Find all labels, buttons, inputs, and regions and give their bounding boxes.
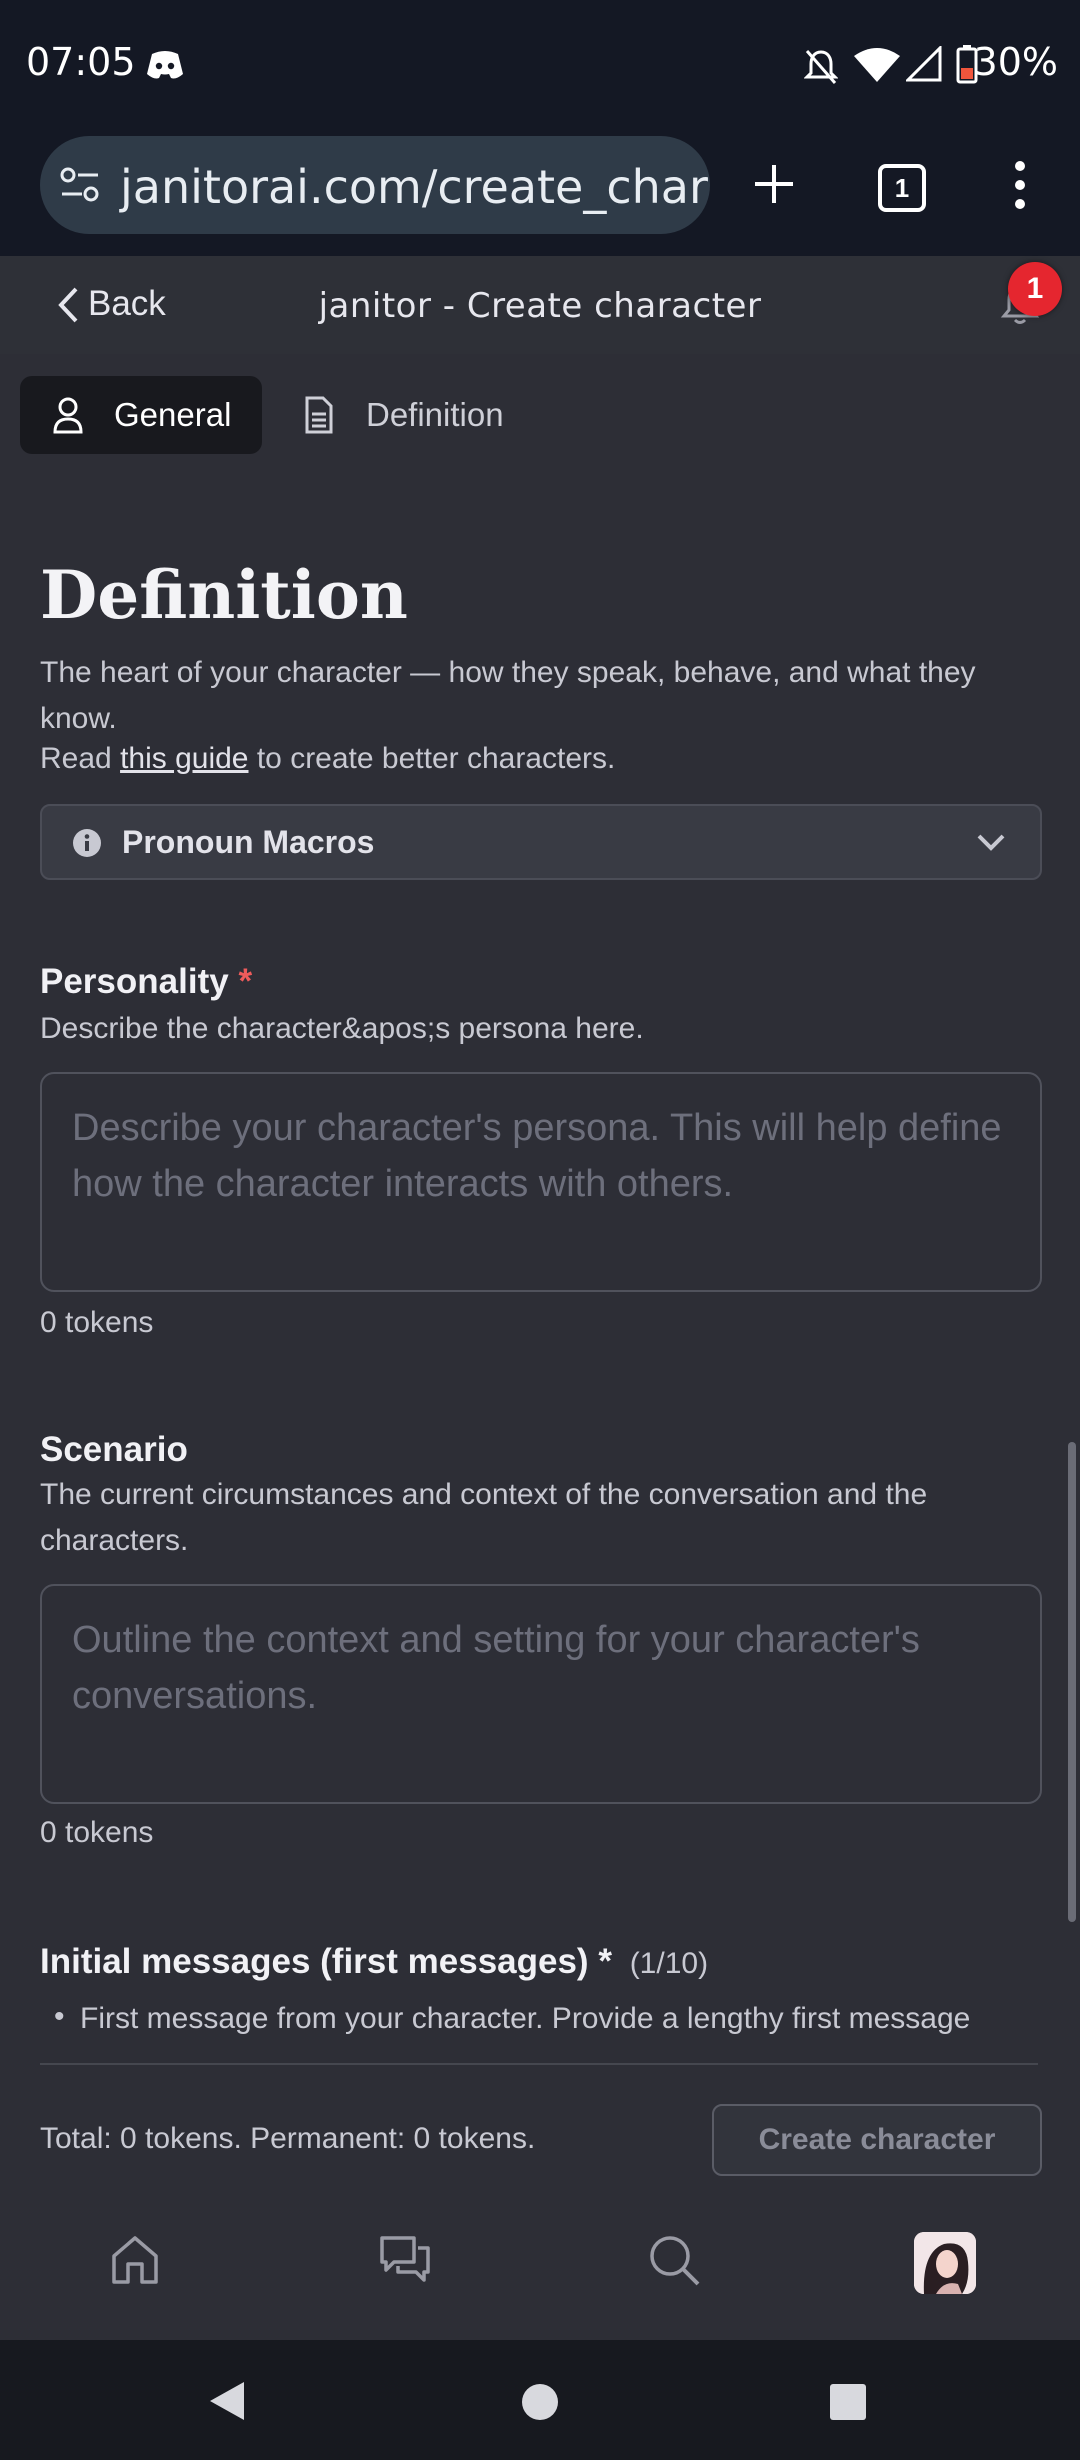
url-text: janitorai.com/create_chara xyxy=(120,160,710,214)
wifi-icon xyxy=(854,48,900,82)
initial-messages-title: Initial messages (first messages) * (1/1… xyxy=(40,1942,708,1982)
scenario-textarea[interactable]: Outline the context and setting for your… xyxy=(40,1584,1042,1804)
search-icon[interactable] xyxy=(648,2234,702,2288)
guide-line: Read this guide to create better charact… xyxy=(40,742,615,776)
scenario-title: Scenario xyxy=(40,1430,188,1469)
initial-messages-hint: First message from your character. Provi… xyxy=(80,2002,971,2035)
chat-icon[interactable] xyxy=(378,2234,432,2286)
battery-percentage: 30% xyxy=(973,40,1058,84)
scenario-placeholder: Outline the context and setting for your… xyxy=(72,1619,920,1717)
bottom-navigation xyxy=(0,2196,1080,2340)
site-settings-icon[interactable] xyxy=(60,166,100,204)
recents-nav-icon[interactable] xyxy=(828,2382,868,2422)
avatar-image xyxy=(914,2232,976,2294)
home-nav-icon[interactable] xyxy=(520,2382,560,2422)
guide-prefix: Read xyxy=(40,742,121,775)
scrollbar[interactable] xyxy=(1068,1442,1076,1922)
guide-link[interactable]: this guide xyxy=(120,742,248,775)
create-character-button[interactable]: Create character xyxy=(712,2104,1042,2176)
tab-definition-label: Definition xyxy=(366,396,504,433)
discord-icon xyxy=(147,51,183,79)
document-icon xyxy=(305,396,333,434)
tab-definition[interactable]: Definition xyxy=(300,376,560,454)
avatar[interactable] xyxy=(914,2232,976,2294)
personality-description: Describe the character&apos;s persona he… xyxy=(40,1012,644,1045)
page-title: janitor - Create character xyxy=(318,286,762,326)
signal-icon xyxy=(906,46,942,82)
personality-placeholder: Describe your character's persona. This … xyxy=(72,1107,1002,1205)
footer-divider xyxy=(40,2063,1038,2065)
back-nav-icon[interactable] xyxy=(208,2380,246,2422)
personality-title: Personality * xyxy=(40,962,252,1002)
section-description: The heart of your character — how they s… xyxy=(40,656,976,735)
section-heading: Definition xyxy=(40,556,408,634)
user-icon xyxy=(53,397,83,434)
guide-suffix: to create better characters. xyxy=(248,742,616,775)
status-bar: 07:05 30% xyxy=(0,0,1080,136)
tab-general[interactable]: General xyxy=(20,376,262,454)
initial-messages-count: (1/10) xyxy=(629,1947,709,1980)
new-tab-icon[interactable] xyxy=(752,162,796,206)
notification-badge: 1 xyxy=(1008,262,1062,316)
personality-title-text: Personality xyxy=(40,962,229,1001)
pronoun-macros-accordion[interactable]: Pronoun Macros xyxy=(40,804,1042,880)
personality-textarea[interactable]: Describe your character's persona. This … xyxy=(40,1072,1042,1292)
tab-switcher-button[interactable]: 1 xyxy=(878,164,926,212)
more-menu-icon[interactable] xyxy=(1012,160,1028,210)
status-time: 07:05 xyxy=(26,40,136,84)
address-bar[interactable]: janitorai.com/create_chara xyxy=(40,136,710,234)
info-icon xyxy=(73,829,101,857)
token-total: Total: 0 tokens. Permanent: 0 tokens. xyxy=(40,2122,536,2155)
scenario-description: The current circumstances and context of… xyxy=(40,1478,928,1557)
mute-icon xyxy=(804,50,838,84)
home-icon[interactable] xyxy=(110,2234,160,2286)
initial-messages-title-text: Initial messages (first messages) xyxy=(40,1942,589,1981)
tab-count: 1 xyxy=(894,173,910,203)
chevron-down-icon xyxy=(977,834,1005,851)
initial-messages-bullet: • First message from your character. Pro… xyxy=(54,2000,971,2035)
personality-token-count: 0 tokens xyxy=(40,1306,154,1339)
scenario-token-count: 0 tokens xyxy=(40,1816,154,1849)
pronoun-macros-label: Pronoun Macros xyxy=(122,824,375,860)
system-navigation-bar xyxy=(0,2340,1080,2460)
required-marker: * xyxy=(238,962,253,1001)
tab-general-label: General xyxy=(114,396,232,433)
page-header: Back janitor - Create character xyxy=(0,256,1080,354)
required-marker: * xyxy=(598,1942,612,1981)
browser-toolbar: janitorai.com/create_chara 1 xyxy=(0,136,1080,256)
